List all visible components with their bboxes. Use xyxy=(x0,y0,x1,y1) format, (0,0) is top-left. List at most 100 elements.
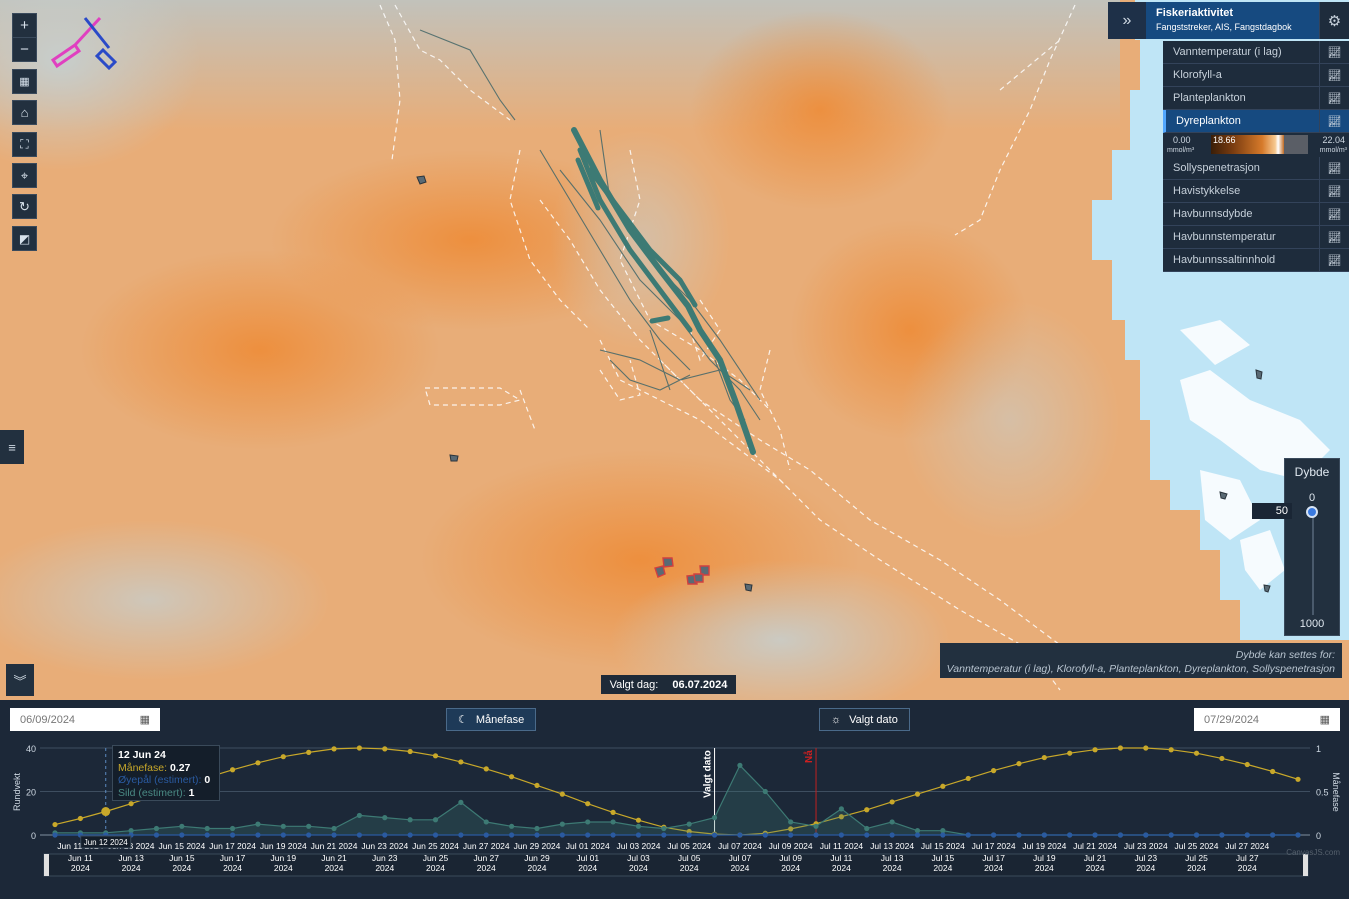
data-point[interactable] xyxy=(306,823,312,829)
data-point[interactable] xyxy=(509,823,515,829)
data-point[interactable] xyxy=(280,823,286,829)
chart-icon[interactable]: 📈︎ xyxy=(1319,249,1349,271)
grid-button[interactable]: ▦ xyxy=(12,69,37,94)
data-point[interactable] xyxy=(965,832,971,838)
data-point[interactable] xyxy=(179,823,185,829)
layer-item[interactable]: Vanntemperatur (i lag) 📈︎ xyxy=(1163,41,1349,64)
data-point[interactable] xyxy=(331,832,337,838)
data-point[interactable] xyxy=(356,832,363,838)
layer-item[interactable]: Planteplankton 📈︎ xyxy=(1163,87,1349,110)
depth-slider-track[interactable] xyxy=(1312,507,1314,615)
data-point[interactable] xyxy=(483,819,489,825)
data-point[interactable] xyxy=(128,801,134,807)
chart-icon[interactable]: 📈︎ xyxy=(1319,180,1349,202)
chart-icon[interactable]: 📈︎ xyxy=(1319,64,1349,86)
data-point[interactable] xyxy=(52,832,58,838)
data-point[interactable] xyxy=(686,832,692,838)
navigator-handle-left[interactable] xyxy=(44,854,49,876)
data-point[interactable] xyxy=(1219,832,1225,838)
chart-icon[interactable]: 📈︎ xyxy=(1319,203,1349,225)
data-point[interactable] xyxy=(1067,750,1073,756)
data-point[interactable] xyxy=(965,775,971,782)
data-point[interactable] xyxy=(889,799,895,805)
data-point[interactable] xyxy=(711,832,718,838)
data-point[interactable] xyxy=(1143,745,1149,751)
refresh-button[interactable]: ↻ xyxy=(12,194,37,219)
data-point[interactable] xyxy=(813,823,819,829)
layer-item[interactable]: Klorofyll-a 📈︎ xyxy=(1163,64,1349,87)
data-point[interactable] xyxy=(407,817,413,823)
data-point[interactable] xyxy=(534,832,540,838)
data-point[interactable] xyxy=(1168,832,1174,838)
data-point[interactable] xyxy=(483,832,489,838)
data-point[interactable] xyxy=(559,821,565,827)
data-point[interactable] xyxy=(737,762,743,768)
data-point[interactable] xyxy=(1041,754,1047,761)
data-point[interactable] xyxy=(179,832,185,838)
data-point[interactable] xyxy=(153,832,160,838)
data-point[interactable] xyxy=(458,759,464,765)
data-point[interactable] xyxy=(204,825,210,832)
chart-icon[interactable]: 📈︎ xyxy=(1319,41,1349,63)
data-point[interactable] xyxy=(280,754,286,760)
data-point[interactable] xyxy=(255,832,261,838)
data-point[interactable] xyxy=(990,768,997,774)
draw-area-button[interactable]: ◩ xyxy=(12,226,37,251)
data-point[interactable] xyxy=(229,825,236,832)
data-point[interactable] xyxy=(889,819,895,825)
data-point[interactable] xyxy=(737,832,743,838)
data-point[interactable] xyxy=(204,832,210,838)
layer-item[interactable]: Havbunnssaltinnhold 📈︎ xyxy=(1163,249,1349,272)
data-point[interactable] xyxy=(1295,776,1301,782)
data-point[interactable] xyxy=(1244,761,1250,768)
data-point[interactable] xyxy=(509,832,515,838)
data-point[interactable] xyxy=(914,832,921,838)
data-point[interactable] xyxy=(661,832,667,838)
data-point[interactable] xyxy=(914,791,921,797)
data-point[interactable] xyxy=(1067,832,1073,838)
data-point[interactable] xyxy=(559,791,565,797)
depth-slider-thumb[interactable] xyxy=(1306,506,1318,519)
data-point[interactable] xyxy=(610,819,616,825)
data-point[interactable] xyxy=(382,815,388,821)
data-point[interactable] xyxy=(1295,832,1301,838)
data-point[interactable] xyxy=(1092,832,1098,838)
settings-button[interactable]: ⚙ xyxy=(1319,2,1349,39)
data-point[interactable] xyxy=(559,832,565,838)
data-point[interactable] xyxy=(838,806,844,812)
data-point[interactable] xyxy=(356,812,363,819)
data-point[interactable] xyxy=(229,832,236,838)
side-menu-button[interactable]: ≡ xyxy=(0,430,24,464)
data-point[interactable] xyxy=(788,832,794,838)
data-point[interactable] xyxy=(534,825,540,832)
data-point[interactable] xyxy=(1016,832,1022,838)
data-point[interactable] xyxy=(356,745,363,751)
data-point[interactable] xyxy=(229,767,236,773)
data-point[interactable] xyxy=(1244,832,1250,838)
data-point[interactable] xyxy=(534,782,540,789)
data-point[interactable] xyxy=(585,801,591,807)
depth-value-input[interactable]: 50 xyxy=(1252,503,1292,519)
data-point[interactable] xyxy=(407,832,413,838)
data-point[interactable] xyxy=(331,746,337,752)
data-point[interactable] xyxy=(940,783,946,789)
home-button[interactable]: ⌂ xyxy=(12,100,37,125)
data-point[interactable] xyxy=(889,832,895,838)
chart-icon[interactable]: 📈︎ xyxy=(1319,157,1349,179)
chart-icon[interactable]: 📈︎ xyxy=(1319,110,1349,132)
data-point[interactable] xyxy=(306,832,312,838)
data-point[interactable] xyxy=(762,788,768,795)
data-point[interactable] xyxy=(585,832,591,838)
data-point[interactable] xyxy=(331,825,337,832)
chart-icon[interactable]: 📈︎ xyxy=(1319,87,1349,109)
data-point[interactable] xyxy=(280,832,286,838)
data-point[interactable] xyxy=(407,748,413,755)
data-point[interactable] xyxy=(1117,832,1124,838)
data-point[interactable] xyxy=(635,823,642,829)
data-point[interactable] xyxy=(1041,832,1047,838)
data-point[interactable] xyxy=(711,815,718,821)
chart-icon[interactable]: 📈︎ xyxy=(1319,226,1349,248)
data-point[interactable] xyxy=(1117,745,1124,751)
data-point[interactable] xyxy=(635,832,642,838)
fullscreen-button[interactable]: ⛶ xyxy=(12,132,37,157)
